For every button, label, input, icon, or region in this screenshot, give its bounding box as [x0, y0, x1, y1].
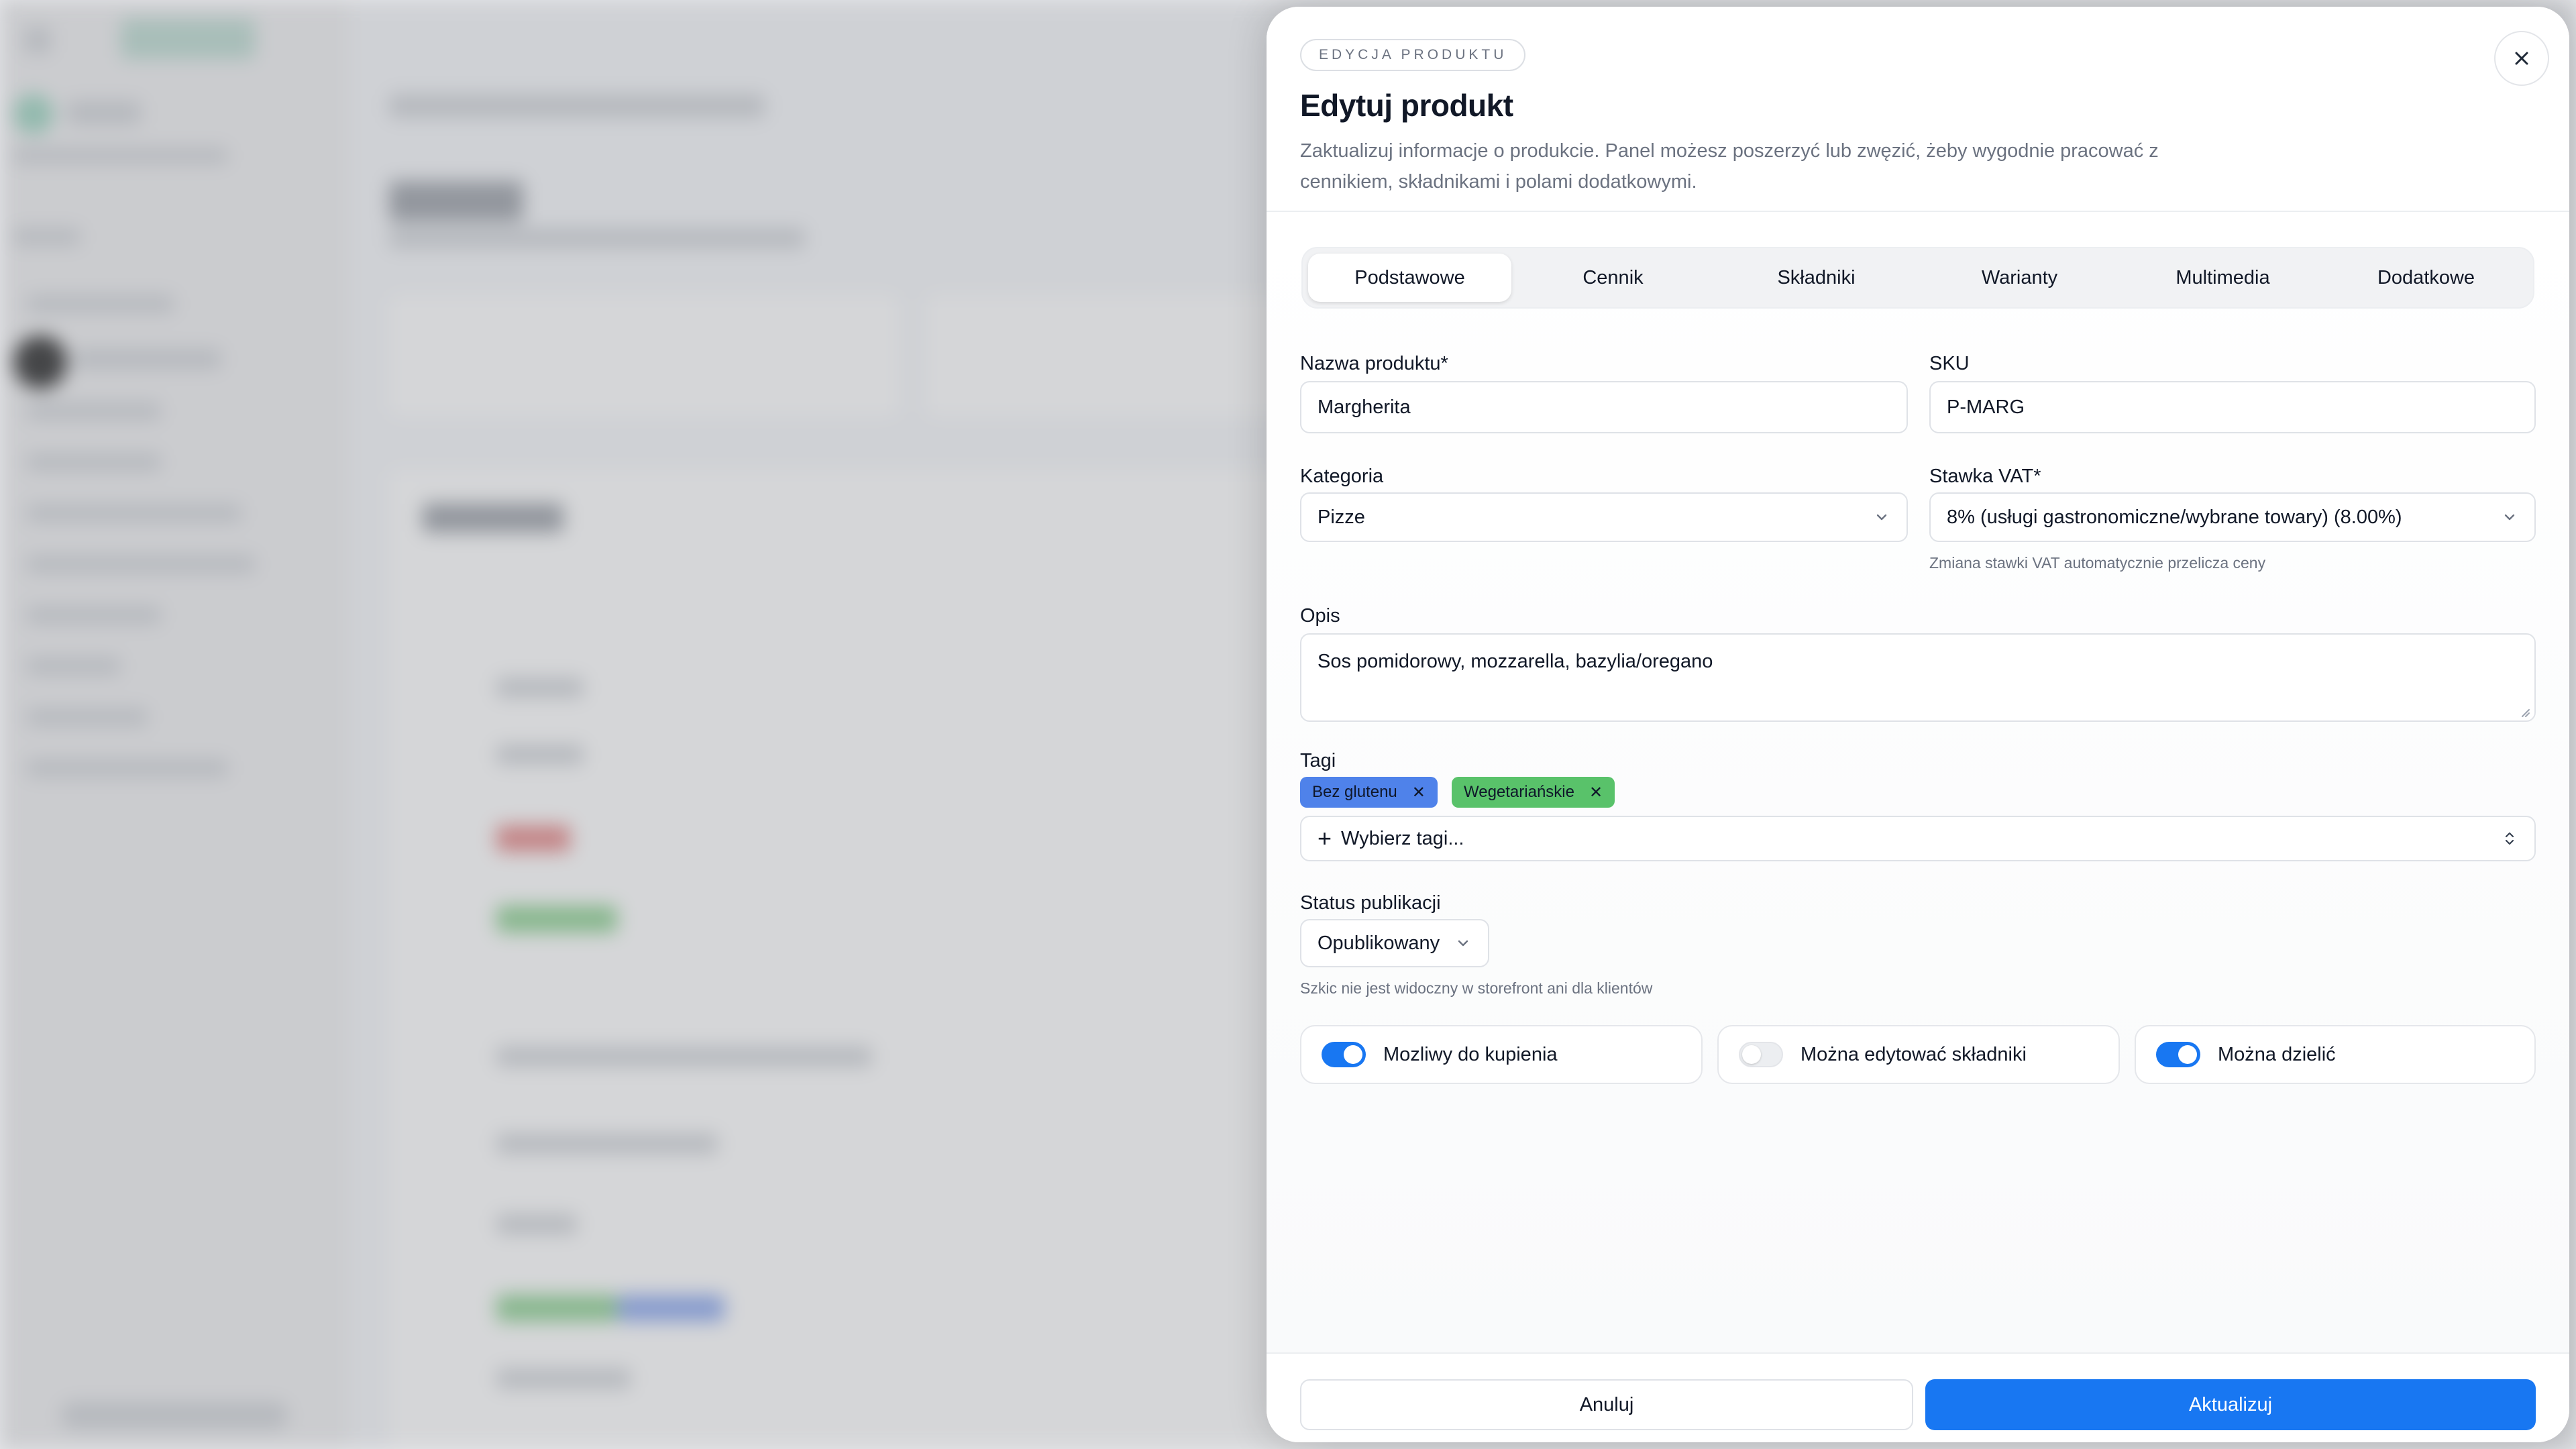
- drawer-description: Zaktualizuj informacje o produkcie. Pane…: [1300, 140, 2159, 193]
- drawer-title: Edytuj produkt: [1300, 88, 1513, 123]
- status-hint: Szkic nie jest widoczny w storefront ani…: [1300, 979, 1653, 997]
- category-value: Pizze: [1318, 506, 1365, 528]
- tags-picker[interactable]: + Wybierz tagi...: [1300, 816, 2536, 861]
- drawer-eyebrow-badge: EDYCJA PRODUKTU: [1300, 39, 1526, 71]
- tab-bar: Podstawowe Cennik Składniki Warianty Mul…: [1301, 247, 2534, 309]
- tag-chip: Bez glutenu ✕: [1300, 777, 1438, 808]
- editable-ingredients-label: Można edytować składniki: [1801, 1043, 2027, 1065]
- description-label: Opis: [1300, 605, 1340, 627]
- divisible-label: Można dzielić: [2218, 1043, 2336, 1065]
- switch-card-divisible: Można dzielić: [2135, 1025, 2536, 1084]
- description-value: Sos pomidorowy, mozzarella, bazylia/oreg…: [1318, 651, 1713, 672]
- drawer-header: EDYCJA PRODUKTU Edytuj produkt Zaktualiz…: [1267, 7, 2569, 212]
- divisible-toggle[interactable]: [2156, 1042, 2200, 1067]
- cancel-button[interactable]: Anuluj: [1300, 1379, 1913, 1430]
- status-select[interactable]: Opublikowany: [1300, 919, 1489, 967]
- tab-podstawowe[interactable]: Podstawowe: [1308, 254, 1511, 302]
- purchasable-toggle[interactable]: [1322, 1042, 1366, 1067]
- vat-label: Stawka VAT*: [1929, 466, 2041, 487]
- plus-icon: +: [1318, 824, 1332, 852]
- sku-label: SKU: [1929, 353, 1970, 374]
- status-label: Status publikacji: [1300, 892, 1441, 914]
- drawer-body: Podstawowe Cennik Składniki Warianty Mul…: [1267, 212, 2569, 1352]
- tag-chip-label: Wegetariańskie: [1464, 783, 1574, 801]
- status-value: Opublikowany: [1318, 932, 1440, 954]
- product-name-input[interactable]: Margherita: [1300, 381, 1908, 433]
- sku-input[interactable]: P-MARG: [1929, 381, 2536, 433]
- tag-chip-label: Bez glutenu: [1312, 783, 1397, 801]
- product-name-value: Margherita: [1318, 396, 1411, 418]
- remove-tag-icon[interactable]: ✕: [1412, 783, 1426, 802]
- switch-card-editable-ingredients: Można edytować składniki: [1717, 1025, 2120, 1084]
- purchasable-label: Mozliwy do kupienia: [1383, 1043, 1558, 1065]
- tab-dodatkowe[interactable]: Dodatkowe: [2324, 254, 2528, 302]
- tag-chip: Wegetariańskie ✕: [1452, 777, 1615, 808]
- tab-multimedia[interactable]: Multimedia: [2121, 254, 2324, 302]
- tags-picker-content: + Wybierz tagi...: [1318, 824, 1464, 853]
- vat-select[interactable]: 8% (usługi gastronomiczne/wybrane towary…: [1929, 492, 2536, 542]
- vat-value: 8% (usługi gastronomiczne/wybrane towary…: [1947, 506, 2402, 528]
- tab-warianty[interactable]: Warianty: [1918, 254, 2121, 302]
- editable-ingredients-toggle[interactable]: [1739, 1042, 1783, 1067]
- category-label: Kategoria: [1300, 466, 1384, 487]
- category-select[interactable]: Pizze: [1300, 492, 1908, 542]
- chevron-up-down-icon: [2505, 832, 2514, 845]
- product-name-label: Nazwa produktu*: [1300, 353, 1448, 374]
- update-button[interactable]: Aktualizuj: [1925, 1379, 2536, 1430]
- chevron-down-icon: [1876, 514, 1887, 521]
- resize-grip-icon[interactable]: [2518, 706, 2530, 718]
- switch-card-purchasable: Mozliwy do kupienia: [1300, 1025, 1703, 1084]
- tags-label: Tagi: [1300, 750, 1336, 771]
- chevron-down-icon: [2504, 514, 2515, 521]
- close-button[interactable]: [2494, 31, 2549, 86]
- edit-product-drawer: EDYCJA PRODUKTU Edytuj produkt Zaktualiz…: [1267, 7, 2569, 1442]
- drawer-footer: Anuluj Aktualizuj: [1267, 1352, 2569, 1442]
- description-textarea[interactable]: Sos pomidorowy, mozzarella, bazylia/oreg…: [1300, 633, 2536, 722]
- close-icon: [2515, 52, 2528, 65]
- tab-cennik[interactable]: Cennik: [1511, 254, 1715, 302]
- chevron-down-icon: [1458, 940, 1468, 947]
- vat-hint: Zmiana stawki VAT automatycznie przelicz…: [1929, 554, 2266, 572]
- sku-value: P-MARG: [1947, 396, 2025, 418]
- remove-tag-icon[interactable]: ✕: [1589, 783, 1603, 802]
- tags-picker-placeholder: Wybierz tagi...: [1341, 828, 1464, 849]
- tab-skladniki[interactable]: Składniki: [1715, 254, 1918, 302]
